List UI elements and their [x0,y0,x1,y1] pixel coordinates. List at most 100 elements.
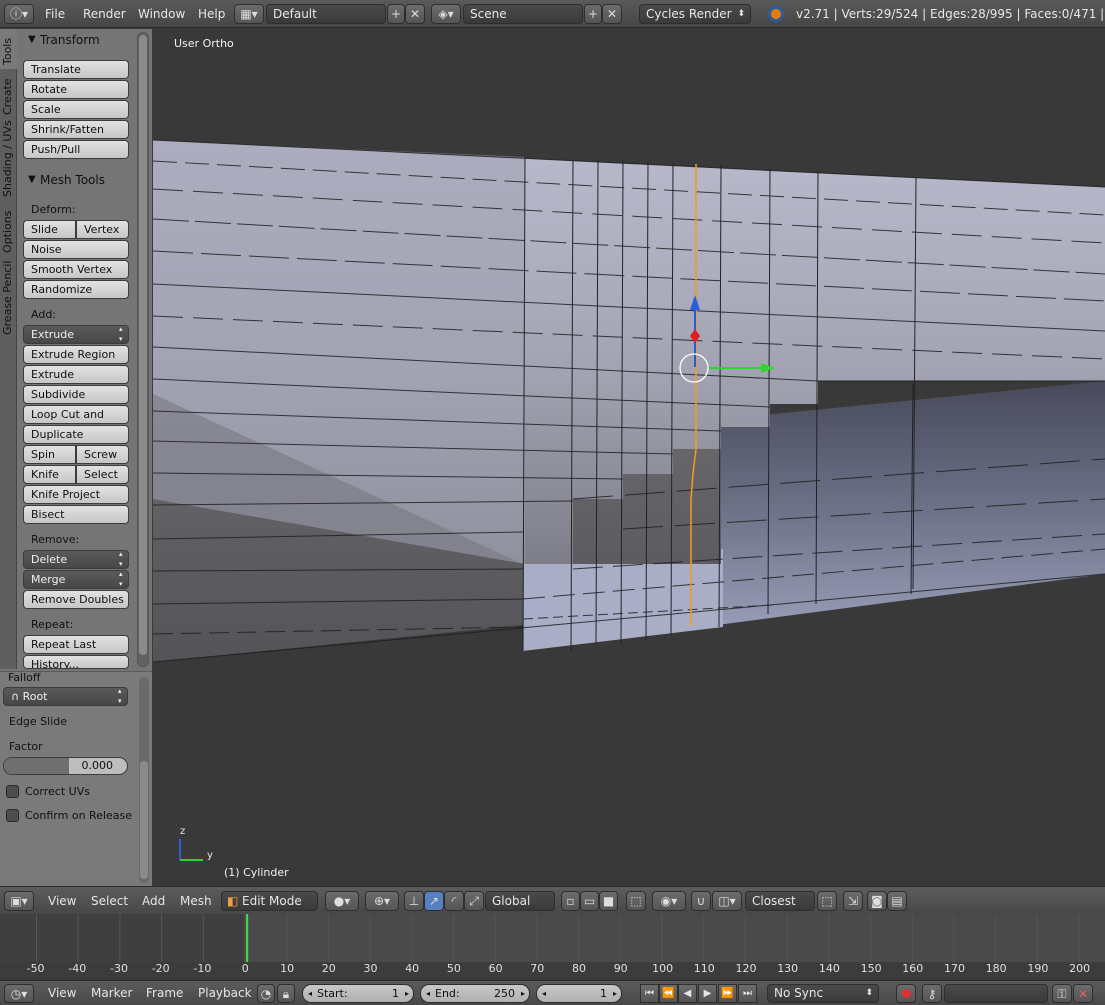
scrollbar-thumb[interactable] [139,35,147,655]
operator-panel-scrollbar[interactable] [139,677,149,883]
push-pull-button[interactable]: Push/Pull [23,140,129,159]
start-frame-field[interactable]: ◂ Start: 1 ▸ [302,984,414,1003]
3d-viewport[interactable]: User Ortho z y (1) Cylinder [153,29,1105,886]
menu-marker[interactable]: Marker [91,981,132,1005]
translate-button[interactable]: Translate [23,60,129,79]
menu-playback[interactable]: Playback [198,981,252,1005]
subdivide-button[interactable]: Subdivide [23,385,129,404]
correct-uvs-checkbox[interactable] [6,785,19,798]
tab-shading-uvs[interactable]: Shading / UVs [0,119,17,199]
tab-tools[interactable]: Tools [0,29,17,69]
bisect-button[interactable]: Bisect [23,505,129,524]
menu-view[interactable]: View [48,887,76,915]
extrude-dropdown[interactable]: Extrude [23,324,129,344]
menu-window[interactable]: Window [138,0,185,28]
mode-select[interactable]: ◧ Edit Mode [221,891,318,911]
jump-to-keyframe-forward-button[interactable]: ⏩ [718,984,737,1003]
knife-project-button[interactable]: Knife Project [23,485,129,504]
scrollbar-thumb[interactable] [140,761,148,879]
delete-keyframe-button[interactable]: ✕ [1073,984,1093,1003]
scene-selector[interactable]: ◈▾ [431,4,461,24]
add-layout-button[interactable]: + [387,4,405,24]
manipulator-toggle[interactable]: ⊥ [404,891,424,911]
preview-range-toggle[interactable]: ◔ [257,984,275,1003]
remove-layout-button[interactable]: ✕ [405,4,425,24]
shelf-scrollbar[interactable] [137,32,149,667]
play-reverse-button[interactable]: ◀ [678,984,697,1003]
falloff-dropdown[interactable]: ∩ Root [3,686,128,706]
history-button[interactable]: History... [23,655,129,669]
snap-toggle[interactable]: ∪ [691,891,711,911]
merge-dropdown[interactable]: Merge [23,569,129,589]
slide-edge-button[interactable]: Slide Ed [23,220,76,253]
auto-keying-toggle[interactable] [896,984,916,1003]
menu-view[interactable]: View [48,981,76,1005]
menu-mesh[interactable]: Mesh [180,887,212,915]
shrink-fatten-button[interactable]: Shrink/Fatten [23,120,129,139]
tab-create[interactable]: Create [0,71,17,117]
delete-dropdown[interactable]: Delete [23,549,129,569]
factor-slider[interactable]: 0.000 [3,757,128,775]
keying-set-button[interactable]: ⚷ [922,984,942,1003]
end-frame-field[interactable]: ◂ End: 250 ▸ [420,984,530,1003]
confirm-on-release-checkbox[interactable] [6,809,19,822]
rotate-button[interactable]: Rotate [23,80,129,99]
pivot-point-select[interactable]: ⊕▾ [365,891,399,911]
menu-help[interactable]: Help [198,0,225,28]
editor-type-info-button[interactable]: ⓘ▾ [4,4,34,24]
slide-vertex-button[interactable]: Vertex [76,220,129,239]
sync-mode-select[interactable]: No Sync ⬍ [767,984,879,1003]
snap-rotate-toggle[interactable]: ⬚ [817,891,837,911]
jump-to-end-button[interactable]: ⏭ [738,984,757,1003]
render-animation-button[interactable]: ▤ [887,891,907,911]
editor-type-3dview-button[interactable]: ▣▾ [4,891,34,911]
transform-panel-header[interactable]: ▼ Transform [20,30,132,50]
remove-scene-button[interactable]: ✕ [602,4,622,24]
vertex-select-mode[interactable]: ▫ [561,891,580,911]
face-select-mode[interactable]: ■ [599,891,618,911]
extrude-region-button[interactable]: Extrude Region [23,345,129,364]
screw-button[interactable]: Screw [76,445,129,464]
noise-button[interactable]: Noise [23,240,129,259]
limit-selection-toggle[interactable]: ⬚ [626,891,646,911]
spin-button[interactable]: Spin [23,445,76,464]
menu-file[interactable]: File [45,0,65,28]
snap-element-select[interactable]: ◫▾ [712,891,742,911]
tab-options[interactable]: Options [0,201,17,255]
rotate-manipulator-toggle[interactable]: ◜ [444,891,464,911]
duplicate-button[interactable]: Duplicate [23,425,129,444]
render-engine-select[interactable]: Cycles Render ⬍ [639,4,751,24]
screen-layout-field[interactable]: Default [266,4,386,24]
insert-keyframe-button[interactable]: ⚿ [1052,984,1072,1003]
scene-field[interactable]: Scene [463,4,583,24]
lock-time-cursor-toggle[interactable]: 🔒︎ [277,984,295,1003]
knife-select-button[interactable]: Select [76,465,129,484]
scale-manipulator-toggle[interactable]: ⤢ [464,891,484,911]
mesh-tools-panel-header[interactable]: ▼ Mesh Tools [20,170,132,190]
translate-manipulator-toggle[interactable]: ↗ [424,891,444,911]
jump-to-start-button[interactable]: ⏮ [640,984,659,1003]
current-frame-field[interactable]: ◂ 1 ▸ [536,984,622,1003]
knife-button[interactable]: Knife [23,465,76,484]
menu-select[interactable]: Select [91,887,128,915]
snap-project-toggle[interactable]: ⇲ [843,891,863,911]
scale-button[interactable]: Scale [23,100,129,119]
add-scene-button[interactable]: + [584,4,602,24]
play-button[interactable]: ▶ [698,984,717,1003]
editor-type-timeline-button[interactable]: ◷▾ [4,984,34,1003]
remove-doubles-button[interactable]: Remove Doubles [23,590,129,609]
randomize-button[interactable]: Randomize [23,280,129,299]
transform-orientation-select[interactable]: Global [485,891,555,911]
menu-add[interactable]: Add [142,887,165,915]
menu-frame[interactable]: Frame [146,981,183,1005]
viewport-shading-select[interactable]: ●▾ [325,891,359,911]
menu-render[interactable]: Render [83,0,126,28]
screen-layout-selector[interactable]: ▦▾ [234,4,264,24]
repeat-last-button[interactable]: Repeat Last [23,635,129,654]
snap-target-select[interactable]: Closest [745,891,815,911]
smooth-vertex-button[interactable]: Smooth Vertex [23,260,129,279]
active-keying-set-field[interactable] [944,984,1048,1003]
proportional-edit-select[interactable]: ◉▾ [652,891,686,911]
edge-select-mode[interactable]: ▭ [580,891,599,911]
tab-grease-pencil[interactable]: Grease Pencil [0,257,17,337]
